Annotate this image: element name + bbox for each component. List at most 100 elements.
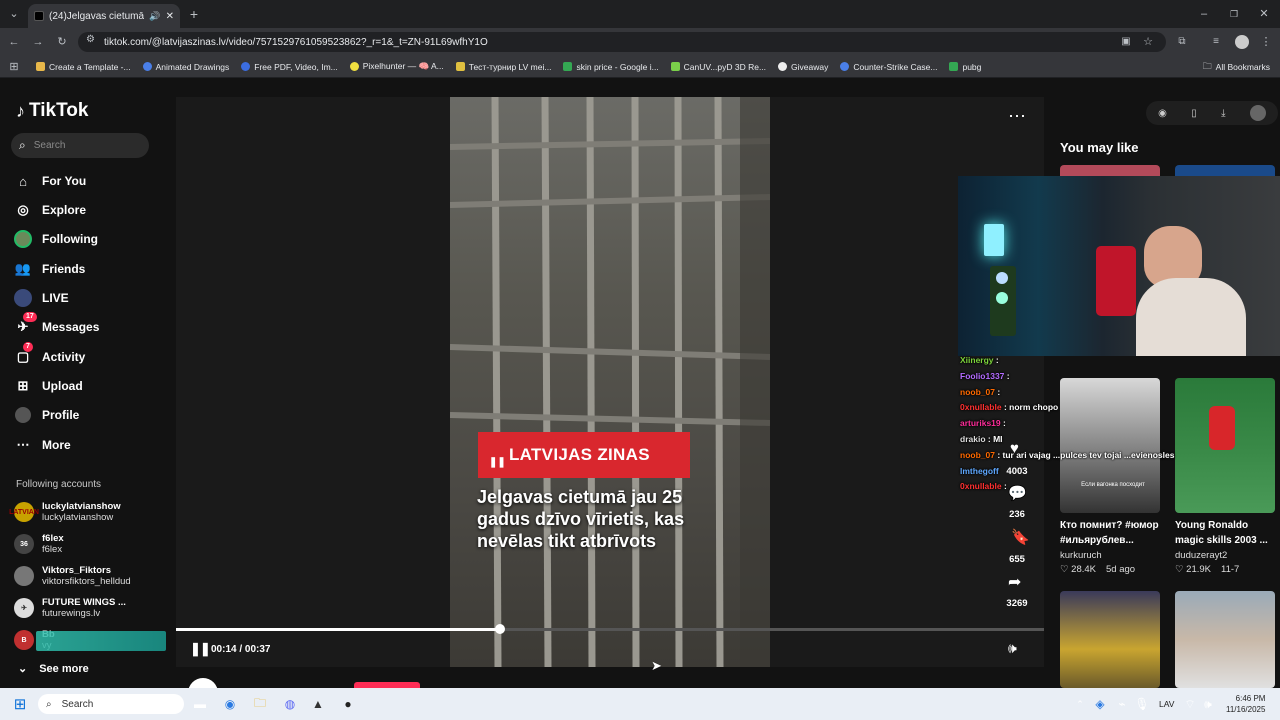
bookmark[interactable]: Counter-Strike Case... [840,62,937,72]
nav-messages[interactable]: ✈ 17 Messages [14,312,99,338]
chat-message: Xiinergy : [960,355,999,368]
like-icon[interactable]: ♥ [1010,440,1019,457]
suggested-title[interactable]: Young Ronaldo magic skills 2003 ... [1175,518,1275,548]
bookmark-star-icon[interactable]: ☆ [1138,32,1158,52]
wifi-icon[interactable]: ⌔ [1180,694,1200,714]
bookmarks-bar: ⊞ Create a Template -... Animated Drawin… [0,56,1280,78]
tab-close-icon[interactable]: ✕ [166,11,174,22]
nav-profile[interactable]: Profile [14,404,79,426]
browser-tab[interactable]: (24)Jelgavas cietumā jau 25 🔊 ✕ [28,4,180,28]
suggested-user[interactable]: kurkuruch [1060,550,1102,561]
mouse-cursor: ➤ [651,658,662,673]
chat-message: 0xnullable : [960,481,1007,494]
progress-knob[interactable] [495,624,505,634]
tray-network-icon[interactable]: ⌁ [1112,694,1132,714]
obs-icon[interactable]: ● [338,694,358,714]
window-close-icon[interactable]: ✕ [1254,4,1274,24]
nav-live[interactable]: LIVE [14,287,69,309]
tray-app-icon[interactable]: ◈ [1090,694,1110,714]
minimize-icon[interactable]: – [1194,4,1214,24]
upload-icon: ⊞ [17,378,29,393]
coin-icon[interactable]: ◉ [1158,108,1167,119]
menu-dots-icon[interactable]: ⋮ [1256,32,1276,52]
bookmark[interactable]: Pixelhunter — 🧠 A... [349,61,444,72]
suggested-title[interactable]: Кто помнит? #юмор #ильярублев... [1060,518,1170,548]
profile-avatar[interactable] [1235,35,1249,49]
volume-tray-icon[interactable]: 🕪 [1198,694,1218,714]
live-icon [14,289,32,307]
nav-explore[interactable]: ◎ Explore [14,199,86,221]
account-item[interactable]: ✈ FUTURE WINGS ... futurewings.lv [14,593,126,623]
comment-icon[interactable]: 💬 [1008,484,1027,502]
tab-search-icon[interactable]: ⌄ [4,4,24,24]
bookmark[interactable]: CanUV...pyD 3D Re... [670,62,766,72]
download-icon[interactable]: ⤓ [1221,108,1225,119]
suggested-thumbnail[interactable] [1175,378,1275,513]
see-more-button[interactable]: ⌄ See more [18,662,89,676]
messages-badge: 17 [23,312,37,322]
bookmark[interactable]: Animated Drawings [142,62,229,72]
bookmark[interactable]: skin price - Google i... [563,62,659,72]
new-tab-icon[interactable]: + [184,4,204,24]
app-icon[interactable]: ▲ [308,694,328,714]
install-icon[interactable]: ▣ [1116,32,1136,52]
avatar [14,566,34,586]
all-bookmarks[interactable]: 🗀 All Bookmarks [1203,59,1270,75]
chat-message: noob_07 : [960,387,1000,400]
task-view-icon[interactable]: ▬ [190,694,210,714]
bookmark[interactable]: Тест-турнир LV mei... [455,62,551,72]
nav-activity[interactable]: ▢ 7 Activity [14,342,85,368]
tray-chevron-icon[interactable]: ⌃ [1070,694,1090,714]
suggested-thumbnail[interactable] [1175,591,1275,688]
url-text: tiktok.com/@latvijaszinas.lv/video/75715… [104,36,488,48]
video-frame[interactable] [450,97,770,667]
device-icon[interactable]: ▯ [1191,108,1197,119]
tiktok-note-icon: ♪ [16,100,25,121]
banner-pause-icon: ❚❚ [489,457,506,468]
system-clock[interactable]: 6:46 PM 11/16/2025 [1226,693,1265,715]
forward-icon[interactable]: → [28,32,48,52]
bookmark[interactable]: pubg [949,62,981,72]
windows-start-icon[interactable]: ⊞ [10,694,30,714]
bookmark[interactable]: Giveaway [778,62,828,72]
account-item[interactable]: Viktors_Fiktors viktorsfiktors_helldud [14,561,131,591]
bookmark[interactable]: Free PDF, Video, Im... [241,62,338,72]
fan-light [996,272,1008,284]
pause-icon[interactable]: ❚❚ [190,641,211,657]
file-explorer-icon[interactable]: 🗀 [250,694,270,714]
suggested-user[interactable]: duduzerayt2 [1175,550,1227,561]
bookmark[interactable]: Create a Template -... [36,62,131,72]
nav-friends[interactable]: 👥 Friends [14,258,85,280]
suggested-thumbnail[interactable]: Если вагонка посходит [1060,378,1160,513]
tiktok-logo[interactable]: ♪ TikTok [16,100,88,122]
language-indicator[interactable]: LAV [1159,699,1174,709]
extensions-icon[interactable]: ⧉ [1172,32,1192,52]
user-avatar[interactable] [1249,105,1266,121]
suggested-thumbnail[interactable] [1060,591,1160,688]
bookmark-icon[interactable]: 🔖 [1011,528,1030,546]
address-bar[interactable]: ⚙ tiktok.com/@latvijaszinas.lv/video/757… [78,32,1166,52]
fan-light [996,292,1008,304]
speaker-icon[interactable]: 🔊 [149,11,160,22]
taskbar-search[interactable]: ⌕ Search [38,694,184,714]
discord-icon[interactable]: ◍ [280,694,300,714]
microphone-icon[interactable]: 🎙 [1132,694,1152,714]
nav-upload[interactable]: ⊞ Upload [14,375,83,397]
nav-more[interactable]: ⋯ More [14,434,71,456]
nav-following[interactable]: Following [14,228,98,250]
account-item[interactable]: LATVIAN luckylatvianshow luckylatvianshow [9,497,121,527]
more-options-icon[interactable]: ⋯ [1008,106,1026,127]
volume-icon[interactable]: 🕪 [1008,640,1017,657]
share-icon[interactable]: ➦ [1008,572,1021,592]
reload-icon[interactable]: ↻ [52,32,72,52]
search-input[interactable]: ⌕ Search [11,133,149,158]
media-icon[interactable]: ≡ [1206,32,1226,52]
nav-for-you[interactable]: ⌂ For You [14,170,86,192]
chrome-icon[interactable]: ◉ [220,694,240,714]
back-icon[interactable]: ← [4,32,24,52]
apps-icon[interactable]: ⊞ [4,57,24,77]
site-info-icon[interactable]: ⚙ [86,34,95,45]
messages-icon: ✈ 17 [14,312,37,336]
maximize-icon[interactable]: ❐ [1224,4,1244,24]
account-item[interactable]: 36 f6lex f6lex [14,529,64,559]
